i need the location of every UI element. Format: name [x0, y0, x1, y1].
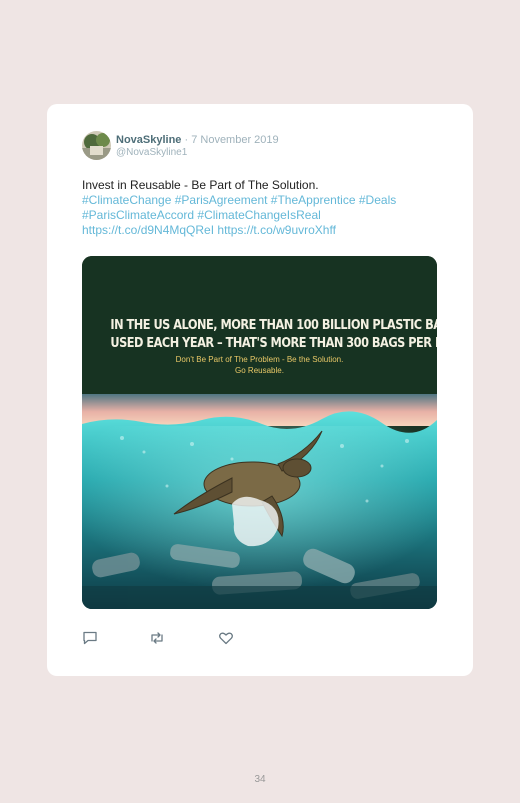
- tweet-date[interactable]: · 7 November 2019: [184, 134, 278, 146]
- hashtag-link[interactable]: #TheApprentice: [271, 193, 356, 207]
- speech-bubble-icon: [83, 631, 97, 645]
- heart-icon: [219, 632, 233, 645]
- hashtag-link[interactable]: #ClimateChange: [82, 193, 171, 207]
- author-handle[interactable]: @NovaSkyline1: [116, 147, 187, 158]
- headline-line: IN THE US ALONE, MORE THAN 100 BILLION P…: [110, 317, 437, 333]
- ocean-plastic-illustration: [82, 256, 437, 609]
- subline-text: Go Reusable.: [235, 366, 284, 375]
- tweet-image[interactable]: IN THE US ALONE, MORE THAN 100 BILLION P…: [82, 256, 437, 609]
- tweet-body: Invest in Reusable - Be Part of The Solu…: [82, 178, 319, 192]
- like-button[interactable]: [218, 630, 234, 646]
- tweet-card: NovaSkyline · 7 November 2019 @NovaSkyli…: [47, 104, 473, 676]
- url-link[interactable]: https://t.co/w9uvroXhff: [217, 223, 336, 237]
- retweet-button[interactable]: [149, 630, 165, 646]
- author-name[interactable]: NovaSkyline: [116, 134, 181, 146]
- headline-line: USED EACH YEAR – THAT'S MORE THAN 300 BA…: [110, 335, 437, 351]
- tweet-text: Invest in Reusable - Be Part of The Solu…: [82, 178, 452, 238]
- hashtag-link[interactable]: #ParisAgreement: [175, 193, 268, 207]
- hashtag-link[interactable]: #ClimateChangeIsReal: [197, 208, 320, 222]
- page-number: 34: [254, 774, 266, 785]
- retweet-icon: [151, 632, 163, 644]
- subline-text: Don't Be Part of The Problem - Be the So…: [175, 355, 344, 364]
- author-line: NovaSkyline · 7 November 2019: [116, 134, 279, 146]
- image-headline: IN THE US ALONE, MORE THAN 100 BILLION P…: [110, 316, 437, 352]
- avatar[interactable]: [82, 131, 111, 160]
- hashtag-link[interactable]: #ParisClimateAccord: [82, 208, 194, 222]
- url-link[interactable]: https://t.co/d9N4MqQReI: [82, 223, 214, 237]
- reply-button[interactable]: [82, 630, 98, 646]
- hashtag-link[interactable]: #Deals: [359, 193, 396, 207]
- image-subline: Don't Be Part of The Problem - Be the So…: [82, 354, 437, 376]
